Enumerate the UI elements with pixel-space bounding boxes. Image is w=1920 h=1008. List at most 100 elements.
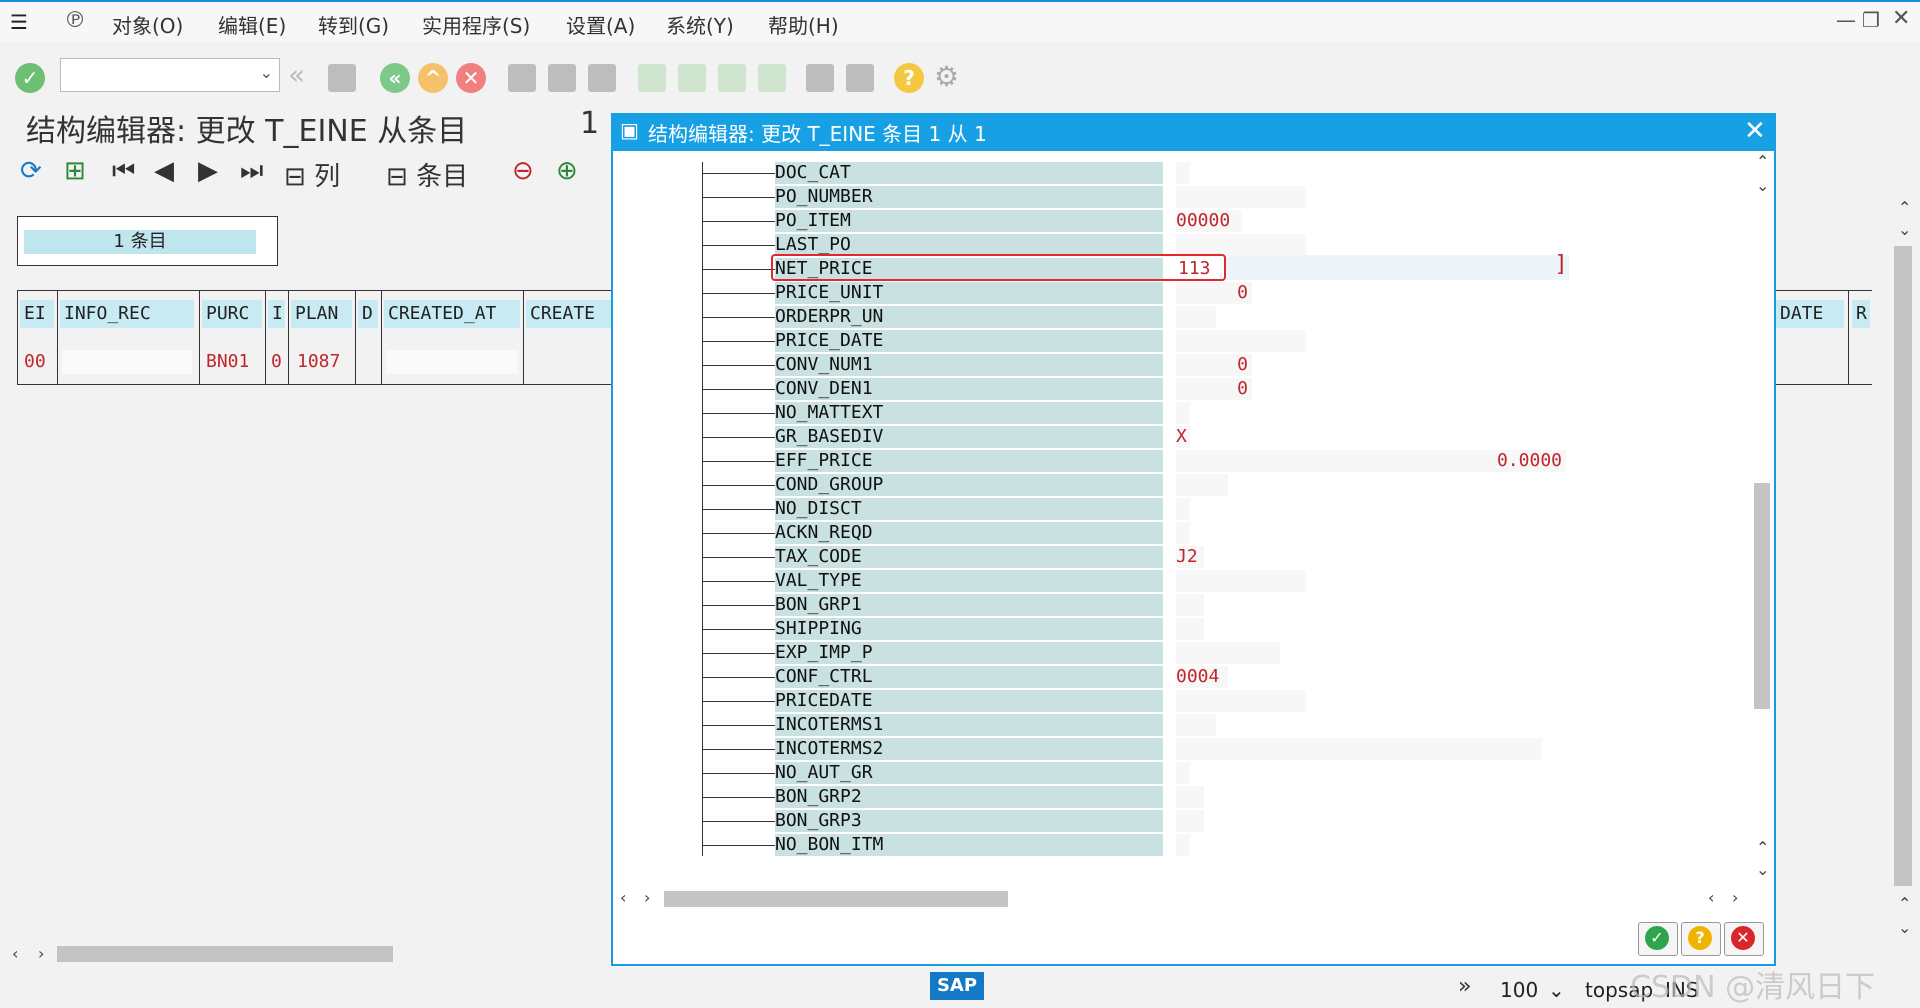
grid-cell-plan[interactable]: 1087 <box>297 350 340 374</box>
menu-object[interactable]: 对象(O) <box>112 10 183 39</box>
scroll-up-icon[interactable]: ⌃ <box>1756 152 1769 171</box>
menu-goto[interactable]: 转到(G) <box>318 10 389 39</box>
grid-header-plan[interactable]: PLAN <box>291 300 352 328</box>
grid-cell-info-rec[interactable] <box>62 350 192 374</box>
scroll-down-icon[interactable]: ⌄ <box>1756 176 1769 195</box>
field-value-no-mattext[interactable] <box>1176 402 1190 424</box>
menu-system[interactable]: 系统(Y) <box>666 10 734 39</box>
scroll-left-icon[interactable]: ‹ <box>12 944 18 963</box>
field-value-price-unit[interactable]: 0 <box>1176 282 1252 304</box>
shortcut-icon[interactable] <box>846 64 874 92</box>
chevron-down-icon[interactable]: ⌄ <box>260 63 273 82</box>
grid-header-create[interactable]: CREATE <box>526 300 611 328</box>
create-session-icon[interactable] <box>806 64 834 92</box>
grid-cell-created-at[interactable] <box>386 350 518 374</box>
field-value-price-date[interactable] <box>1176 330 1306 352</box>
scroll-left-icon[interactable]: ‹ <box>620 888 626 907</box>
scroll-right-icon[interactable]: › <box>38 944 44 963</box>
scroll-up-icon[interactable]: ⌃ <box>1898 894 1911 913</box>
dialog-horizontal-scrollbar[interactable] <box>664 891 1008 907</box>
field-value-val-type[interactable] <box>1176 570 1306 592</box>
field-value-gr-basediv[interactable]: X <box>1176 426 1190 448</box>
scroll-right-icon[interactable]: › <box>1732 888 1738 907</box>
grid-header-purc[interactable]: PURC <box>202 300 262 328</box>
menu-utilities[interactable]: 实用程序(S) <box>422 10 530 39</box>
last-entry-icon[interactable]: ⏭ <box>240 156 263 187</box>
print-icon[interactable] <box>508 64 536 92</box>
enter-icon[interactable]: ✓ <box>15 63 45 93</box>
first-entry-icon[interactable]: ⏮ <box>112 156 135 187</box>
zoom-value[interactable]: 100 <box>1500 978 1538 1002</box>
previous-entry-icon[interactable]: ◀ <box>154 156 174 186</box>
close-icon[interactable]: ✕ <box>1744 116 1766 146</box>
columns-button[interactable]: ⊟ 列 <box>284 156 340 193</box>
grid-header-date[interactable]: DATE <box>1776 300 1844 328</box>
field-value-cond-group[interactable] <box>1176 474 1228 496</box>
field-value-eff-price[interactable]: 0.0000 <box>1176 450 1566 472</box>
field-value-no-aut-gr[interactable] <box>1176 762 1190 784</box>
minimize-icon[interactable]: — <box>1836 8 1856 32</box>
help-icon[interactable]: ? <box>894 63 924 93</box>
menu-edit[interactable]: 编辑(E) <box>218 10 286 39</box>
next-page-icon[interactable] <box>718 64 746 92</box>
restore-icon[interactable]: ❐ <box>1862 8 1880 32</box>
field-value-conv-den1[interactable]: 0 <box>1176 378 1252 400</box>
grid-cell-i[interactable]: 0 <box>271 350 282 374</box>
dialog-vertical-scrollbar[interactable] <box>1754 483 1770 709</box>
cancel-button[interactable]: ✕ <box>1724 922 1764 956</box>
scroll-down-icon[interactable]: ⌄ <box>1898 220 1911 239</box>
field-value-po-item[interactable]: 00000 <box>1176 210 1242 232</box>
field-value-conf-ctrl[interactable]: 0004 <box>1176 666 1228 688</box>
field-value-tax-code[interactable]: J2 <box>1176 546 1204 568</box>
field-value-no-bon-itm[interactable] <box>1176 834 1190 856</box>
scroll-down-icon[interactable]: ⌄ <box>1898 918 1911 937</box>
field-value-po-number[interactable] <box>1176 186 1306 208</box>
sap-p-icon[interactable]: ℗ <box>64 8 86 33</box>
hierarchy-icon[interactable]: ⊞ <box>64 156 86 186</box>
field-value-incoterms2[interactable] <box>1176 738 1542 760</box>
field-value-bon-grp1[interactable] <box>1176 594 1204 616</box>
grid-header-r[interactable]: R <box>1852 300 1870 328</box>
field-value-exp-imp-p[interactable] <box>1176 642 1280 664</box>
field-value-conv-num1[interactable]: 0 <box>1176 354 1252 376</box>
grid-header-info-rec[interactable]: INFO_REC <box>60 300 194 328</box>
menu-settings[interactable]: 设置(A) <box>566 10 635 39</box>
field-value-doc-cat[interactable] <box>1176 162 1190 184</box>
back-icon[interactable]: « <box>380 63 410 93</box>
grid-cell-ei[interactable]: 00 <box>24 350 46 374</box>
status-expand-icon[interactable]: » <box>1458 974 1471 999</box>
command-field[interactable]: ⌄ <box>60 58 280 92</box>
field-value-bon-grp2[interactable] <box>1176 786 1204 808</box>
gear-icon[interactable]: ⚙ <box>934 60 959 93</box>
insert-row-icon[interactable]: ⊕ <box>556 156 578 186</box>
delete-row-icon[interactable]: ⊖ <box>512 156 534 186</box>
find-icon[interactable] <box>548 64 576 92</box>
close-window-icon[interactable]: ✕ <box>1892 6 1910 31</box>
field-value-last-po[interactable] <box>1176 234 1306 256</box>
scroll-up-icon[interactable]: ⌃ <box>1898 198 1911 217</box>
back-double-icon[interactable]: « <box>288 58 305 91</box>
grid-header-ei[interactable]: EI <box>20 300 54 328</box>
grid-header-i[interactable]: I <box>268 300 285 328</box>
cancel-icon[interactable]: ✕ <box>456 63 486 93</box>
menu-help[interactable]: 帮助(H) <box>768 10 839 39</box>
zoom-chevron-down-icon[interactable]: ⌄ <box>1548 978 1565 1002</box>
scroll-left-icon[interactable]: ‹ <box>1708 888 1714 907</box>
grid-header-created-at[interactable]: CREATED_AT <box>384 300 520 328</box>
entries-button[interactable]: ⊟ 条目 <box>386 156 468 193</box>
previous-page-icon[interactable] <box>678 64 706 92</box>
exit-icon[interactable]: ^ <box>418 63 448 93</box>
last-page-icon[interactable] <box>758 64 786 92</box>
field-value-pricedate[interactable] <box>1176 690 1306 712</box>
first-page-icon[interactable] <box>638 64 666 92</box>
field-value-shipping[interactable] <box>1176 618 1204 640</box>
help-button[interactable]: ? <box>1681 922 1721 956</box>
scroll-right-icon[interactable]: › <box>644 888 650 907</box>
grid-cell-purc[interactable]: BN01 <box>206 350 249 374</box>
scroll-up-icon[interactable]: ⌃ <box>1756 838 1769 857</box>
vertical-scrollbar[interactable] <box>1894 246 1912 886</box>
save-icon[interactable] <box>328 64 356 92</box>
field-value-orderpr-un[interactable] <box>1176 306 1216 328</box>
field-value-incoterms1[interactable] <box>1176 714 1216 736</box>
find-next-icon[interactable] <box>588 64 616 92</box>
